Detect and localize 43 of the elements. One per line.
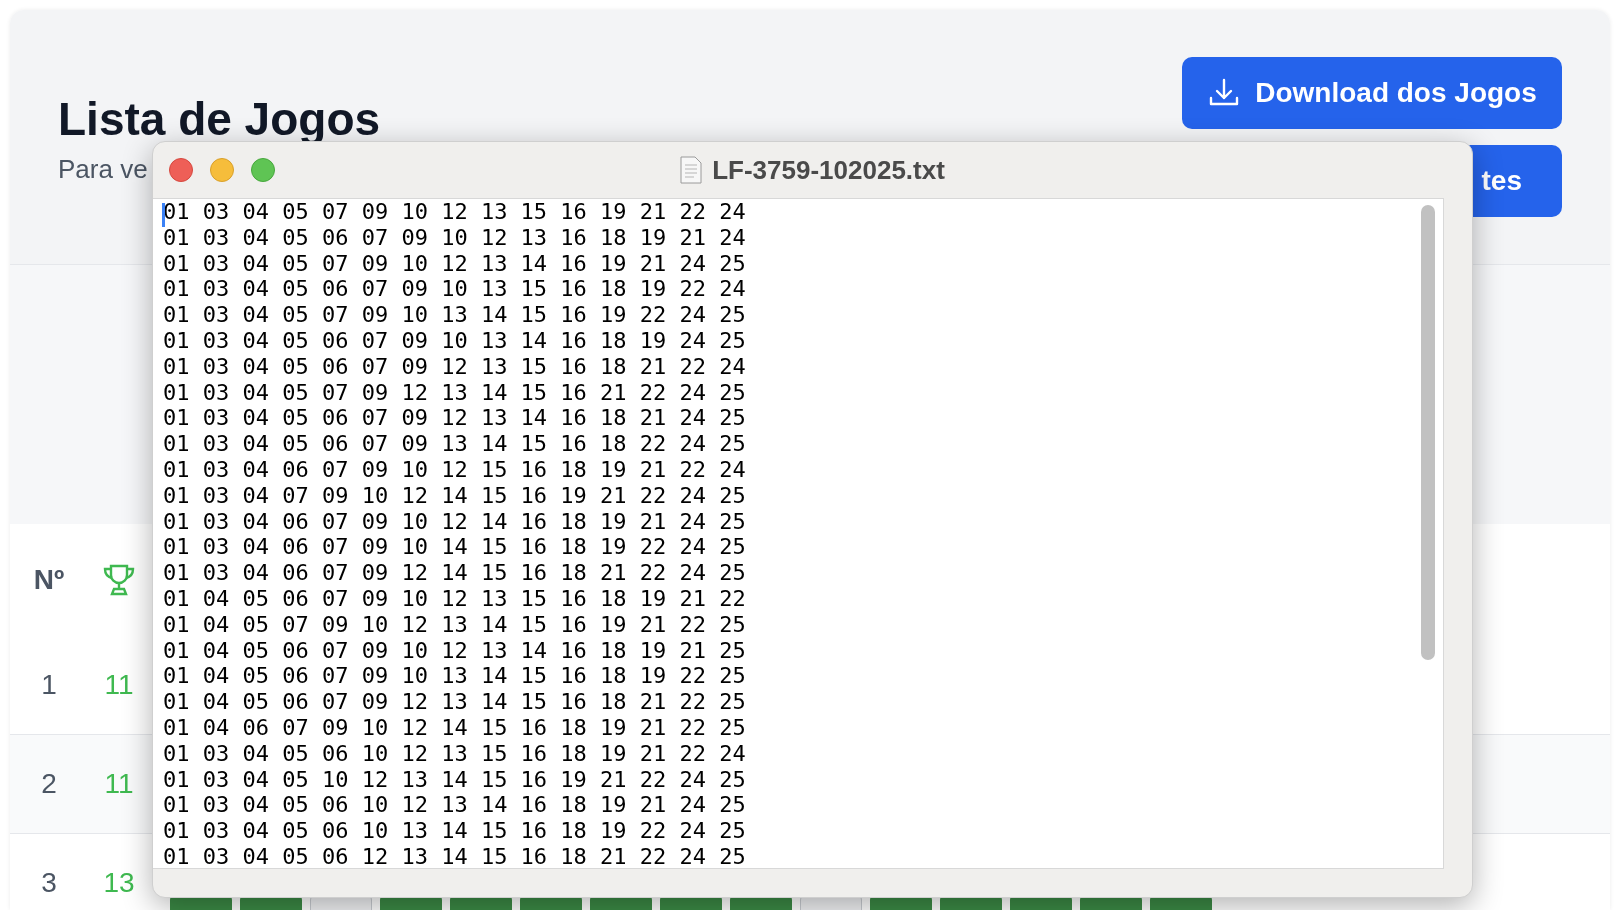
row-number: 3 xyxy=(40,867,58,899)
text-line: 01 03 04 05 06 07 09 12 13 14 16 18 21 24 25 xyxy=(163,405,746,432)
text-line: 01 03 04 05 10 12 13 14 15 16 19 21 22 24 25 xyxy=(163,766,746,793)
text-line: 01 03 04 05 06 07 09 10 13 14 16 18 19 24 25 xyxy=(163,328,746,354)
text-line: 01 03 04 05 06 12 13 14 15 16 18 21 22 24 25 xyxy=(163,843,746,868)
text-line: 01 04 05 06 07 09 10 12 13 14 16 18 19 21 25 xyxy=(163,637,746,664)
row-number: 2 xyxy=(40,768,58,800)
text-line: 01 03 04 05 07 09 10 12 13 15 16 19 21 22 24 xyxy=(163,199,746,225)
text-line: 01 03 04 06 07 09 10 12 15 16 18 19 21 22 24 xyxy=(163,456,746,483)
document-icon xyxy=(680,156,703,184)
text-line: 01 03 04 05 06 10 12 13 14 16 18 19 21 24 25 xyxy=(163,792,746,819)
text-line: 01 03 04 06 07 09 10 14 15 16 18 19 22 24 25 xyxy=(163,534,746,561)
text-line: 01 04 05 06 07 09 12 13 14 15 16 18 21 22 25 xyxy=(163,689,746,715)
text-line: 01 04 06 07 09 10 12 14 15 16 18 19 21 22 25 xyxy=(163,714,746,741)
close-button[interactable] xyxy=(169,158,193,182)
text-line: 01 04 05 06 07 09 10 13 14 15 16 18 19 22 25 xyxy=(163,663,746,690)
row-number: 1 xyxy=(40,669,58,701)
text-line: 01 03 04 05 06 07 09 10 12 13 16 18 19 21 24 xyxy=(163,224,746,251)
page-subtitle: Para ve xyxy=(58,154,148,185)
text-line: 01 03 04 05 06 07 09 12 13 15 16 18 21 22 24 xyxy=(163,353,746,380)
column-header: Nº xyxy=(32,564,66,596)
text-line: 01 03 04 06 07 09 10 12 14 16 18 19 21 24 25 xyxy=(163,508,746,535)
hits-count: 11 xyxy=(103,669,135,701)
scrollbar-thumb[interactable] xyxy=(1421,205,1435,660)
download-button[interactable]: Download dos Jogos xyxy=(1182,57,1562,129)
text-line: 01 03 04 06 07 09 12 14 15 16 18 21 22 24 25 xyxy=(163,560,746,586)
window-title: LF-3759-102025.txt xyxy=(712,154,945,186)
hits-count: 13 xyxy=(102,867,136,899)
text-line: 01 04 05 06 07 09 10 12 13 15 16 18 19 21 22 xyxy=(163,585,746,612)
zoom-button[interactable] xyxy=(251,158,275,182)
text-line: 01 03 04 05 06 10 13 14 15 16 18 19 22 24 25 xyxy=(163,818,746,844)
text-line: 01 03 04 05 07 09 10 12 13 14 16 19 21 24 25 xyxy=(163,250,746,277)
minimize-button[interactable] xyxy=(210,158,234,182)
text-line: 01 03 04 05 06 07 09 13 14 15 16 18 22 24 25 xyxy=(163,431,746,457)
text-line: 01 03 04 05 07 09 10 13 14 15 16 19 22 24 25 xyxy=(163,302,746,328)
trophy-icon xyxy=(101,562,137,598)
text-line: 01 04 05 07 09 10 12 13 14 15 16 19 21 22 25 xyxy=(163,611,746,638)
text-line: 01 03 04 05 06 10 12 13 15 16 18 19 21 22 24 xyxy=(163,740,746,767)
text-line: 01 03 04 05 07 09 12 13 14 15 16 21 22 24 25 xyxy=(163,379,746,406)
hits-count: 11 xyxy=(103,768,135,800)
page-title: Lista de Jogos xyxy=(58,92,381,146)
text-line: 01 03 04 07 09 10 12 14 15 16 19 21 22 24 25 xyxy=(163,482,746,509)
text-line: 01 03 04 05 06 07 09 10 13 15 16 18 19 22 24 xyxy=(163,276,746,303)
